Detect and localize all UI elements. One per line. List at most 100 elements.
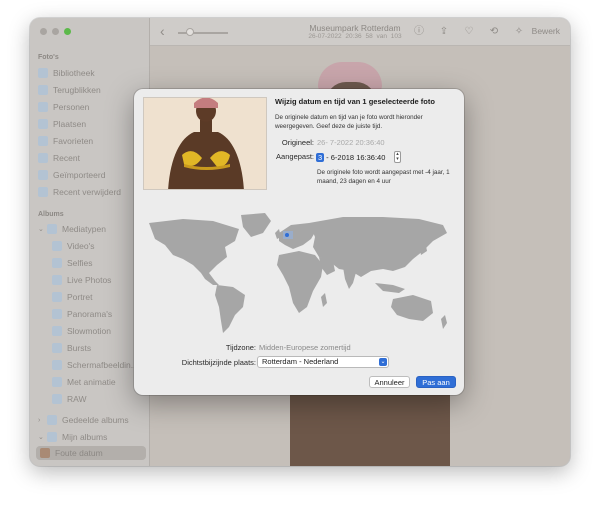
sidebar-item-selfies[interactable]: Selfies [52, 256, 144, 270]
timezone-value: Midden-Europese zomertijd [259, 343, 351, 352]
sidebar-item-label: Met animatie [67, 377, 116, 387]
close-window-button[interactable] [40, 28, 47, 35]
window-controls [40, 28, 71, 35]
original-date-value: 26- 7-2022 20:36:40 [317, 138, 385, 147]
sidebar-item-label: Personen [53, 102, 90, 112]
chevron-down-icon[interactable]: ⌄ [38, 225, 46, 233]
chevron-right-icon[interactable]: › [38, 417, 46, 424]
sidebar-item-memories[interactable]: Terugblikken [38, 83, 144, 97]
sidebar-item-imported[interactable]: Geïmporteerd [38, 168, 144, 182]
sidebar-item-favorites[interactable]: Favorieten [38, 134, 144, 148]
photo-date: 26-07-2022 20:36 [308, 33, 362, 40]
clock-icon [38, 153, 48, 163]
sidebar-item-label: Video's [67, 241, 95, 251]
sidebar-item-slowmotion[interactable]: Slowmotion [52, 324, 144, 338]
adjusted-date-field[interactable]: 3 - 6-2018 16:36:40 [316, 151, 402, 163]
sidebar-item-panoramas[interactable]: Panorama's [52, 307, 144, 321]
memories-icon [38, 85, 48, 95]
import-icon [38, 170, 48, 180]
sidebar-item-label: Foute datum [55, 448, 103, 458]
edit-button[interactable]: Bewerk [532, 26, 560, 36]
photo-thumbnail [143, 97, 267, 190]
sidebar-section-photos: Foto's [38, 54, 59, 61]
sidebar-item-label: Plaatsen [53, 119, 87, 129]
share-icon[interactable]: ⇪ [437, 25, 451, 39]
original-label: Origineel: [281, 138, 314, 147]
info-icon[interactable]: ⓘ [412, 25, 426, 39]
sidebar-item-shared-albums[interactable]: › Gedeelde albums [38, 413, 144, 427]
adjusted-day-segment[interactable]: 3 [316, 152, 325, 162]
sidebar-item-live-photos[interactable]: Live Photos [52, 273, 144, 287]
rotate-icon[interactable]: ⟲ [487, 25, 501, 39]
sidebar-item-raw[interactable]: RAW [52, 392, 144, 406]
shared-folder-icon [47, 415, 57, 425]
sidebar-item-label: Terugblikken [53, 85, 101, 95]
map-africa [277, 251, 323, 313]
sidebar-item-label: Mediatypen [62, 224, 106, 234]
sidebar-item-videos[interactable]: Video's [52, 239, 144, 253]
panorama-icon [52, 309, 62, 319]
sidebar-item-label: Live Photos [67, 275, 112, 285]
sidebar-item-label: Bursts [67, 343, 92, 353]
adjustment-note: De originele foto wordt aangepast met -4… [317, 169, 450, 185]
sidebar-item-animated[interactable]: Met animatie [52, 375, 144, 389]
closest-city-label: Dichtstbijzijnde plaats: [181, 358, 256, 367]
closest-city-select[interactable]: Rotterdam - Nederland ⌄ [257, 356, 389, 368]
map-greenland [241, 213, 271, 237]
sidebar-item-bursts[interactable]: Bursts [52, 341, 144, 355]
sidebar-item-label: Gedeelde albums [62, 415, 129, 425]
sidebar-item-label: Panorama's [67, 309, 113, 319]
sidebar-item-mediatypes[interactable]: ⌄ Mediatypen [38, 222, 144, 236]
dialog-title: Wijzig datum en tijd van 1 geselecteerde… [275, 97, 435, 106]
map-new-zealand [441, 315, 447, 329]
selfie-icon [52, 258, 62, 268]
sidebar-item-label: Slowmotion [67, 326, 111, 336]
album-thumbnail-icon [40, 448, 50, 458]
burst-icon [52, 343, 62, 353]
sidebar-item-label: RAW [67, 394, 87, 404]
map-madagascar [321, 293, 327, 307]
sidebar-item-places[interactable]: Plaatsen [38, 117, 144, 131]
sidebar-item-label: Selfies [67, 258, 93, 268]
places-icon [38, 119, 48, 129]
minimize-window-button[interactable] [52, 28, 59, 35]
trash-icon [38, 187, 48, 197]
world-map[interactable] [143, 211, 455, 336]
animated-icon [52, 377, 62, 387]
slowmotion-icon [52, 326, 62, 336]
cancel-button[interactable]: Annuleer [369, 376, 410, 388]
zoom-slider-knob[interactable] [186, 28, 194, 36]
adjust-button[interactable]: Pas aan [416, 376, 456, 388]
toolbar: ‹ Museumpark Rotterdam 26-07-2022 20:36 … [150, 18, 570, 46]
date-stepper[interactable]: ▴ ▾ [394, 151, 401, 163]
zoom-window-button[interactable] [64, 28, 71, 35]
sidebar-item-recently-deleted[interactable]: Recent verwijderd [38, 185, 144, 199]
sidebar-item-foute-datum[interactable]: Foute datum [36, 446, 146, 460]
map-south-america [215, 285, 245, 333]
sidebar-item-recent[interactable]: Recent [38, 151, 144, 165]
people-icon [38, 102, 48, 112]
photo-subtitle: 26-07-2022 20:36 58 van 103 [300, 33, 410, 40]
sidebar-item-portrait[interactable]: Portret [52, 290, 144, 304]
heart-icon[interactable]: ♡ [462, 25, 476, 39]
adjusted-label: Aangepast: [276, 152, 314, 161]
back-chevron-icon[interactable]: ‹ [160, 23, 165, 39]
map-india [343, 267, 357, 289]
photo-count: 58 van 103 [365, 33, 402, 40]
live-photo-icon [52, 275, 62, 285]
chevron-down-icon[interactable]: ⌄ [379, 358, 387, 366]
sidebar: Foto's Bibliotheek Terugblikken Personen… [30, 18, 150, 466]
enhance-wand-icon[interactable]: ✧ [512, 25, 526, 39]
sidebar-item-label: Schermafbeeldin... [67, 360, 138, 370]
sidebar-item-people[interactable]: Personen [38, 100, 144, 114]
sidebar-item-library[interactable]: Bibliotheek [38, 66, 144, 80]
sidebar-item-screenshots[interactable]: Schermafbeeldin... [52, 358, 144, 372]
map-indonesia [375, 283, 405, 293]
screenshot-icon [52, 360, 62, 370]
photo-thumbnail-image [144, 98, 266, 189]
raw-icon [52, 394, 62, 404]
sidebar-item-my-albums[interactable]: ⌄ Mijn albums [38, 430, 144, 444]
adjusted-date-rest[interactable]: - 6-2018 16:36:40 [326, 153, 385, 162]
chevron-down-icon[interactable]: ⌄ [38, 433, 46, 441]
stepper-down-icon[interactable]: ▾ [396, 156, 399, 162]
